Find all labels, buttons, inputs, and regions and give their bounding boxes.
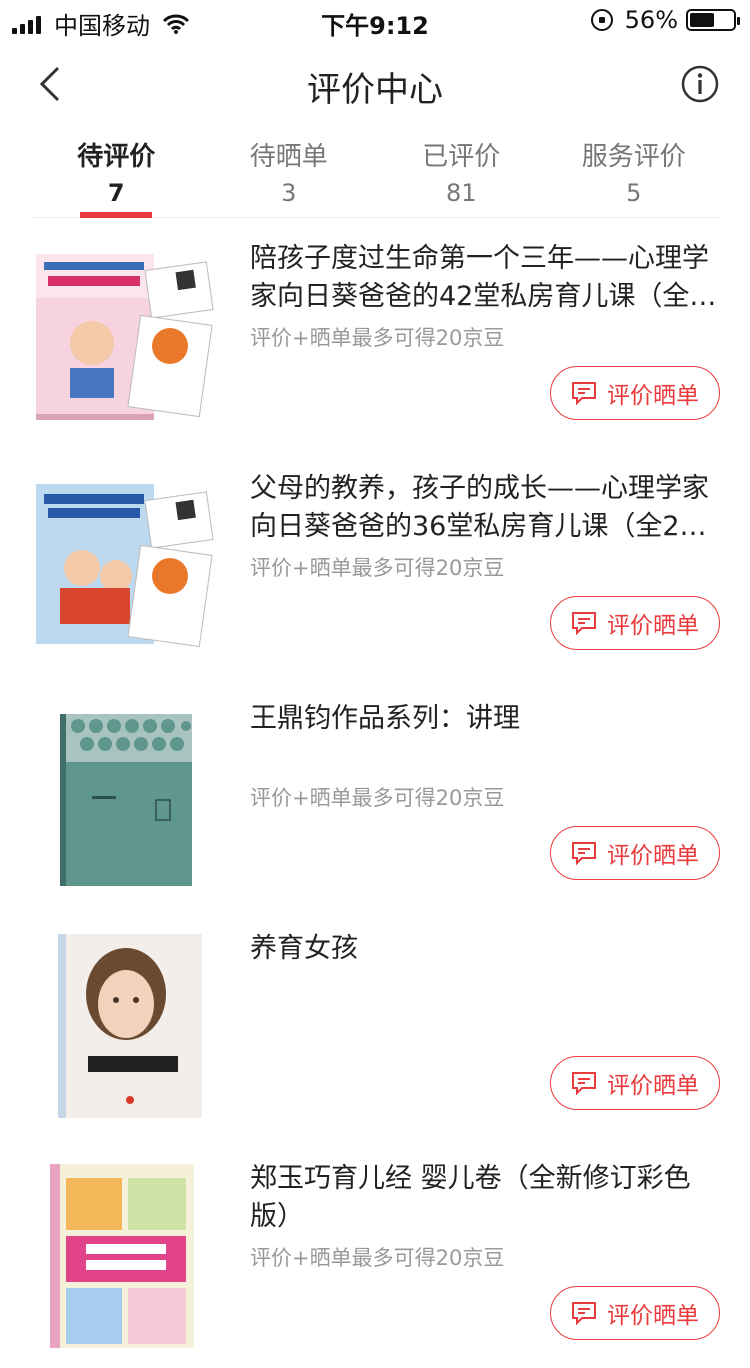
tab-service-review[interactable]: 服务评价 5	[548, 130, 721, 217]
tab-count: 5	[626, 179, 642, 207]
battery-percent: 56%	[624, 6, 678, 34]
page-title: 评价中心	[307, 70, 443, 110]
product-image[interactable]	[30, 1158, 220, 1348]
status-bar: 中国移动 下午9:12 56%	[0, 0, 750, 40]
tab-pending-photo[interactable]: 待晒单 3	[203, 130, 376, 217]
tab-reviewed[interactable]: 已评价 81	[375, 130, 548, 217]
product-title[interactable]: 郑玉巧育儿经 婴儿卷（全新修订彩色版）	[250, 1160, 720, 1236]
review-share-button[interactable]: 评价晒单	[550, 826, 720, 880]
review-share-button[interactable]: 评价晒单	[550, 1286, 720, 1340]
product-image[interactable]	[30, 238, 220, 428]
comment-icon	[572, 1302, 596, 1325]
reward-hint: 评价+晒单最多可得20京豆	[250, 326, 505, 350]
status-right: 56%	[590, 6, 740, 34]
review-list: 陪孩子度过生命第一个三年——心理学家向日葵爸爸的42堂私房育儿课（全2册） 评价…	[0, 218, 750, 1368]
orientation-lock-icon	[590, 9, 613, 31]
review-share-button[interactable]: 评价晒单	[550, 1056, 720, 1110]
tab-bar: 待评价 7 待晒单 3 已评价 81 服务评价 5	[30, 130, 720, 218]
tab-label: 已评价	[422, 142, 501, 172]
review-share-button[interactable]: 评价晒单	[550, 596, 720, 650]
button-label: 评价晒单	[607, 1073, 699, 1099]
product-title[interactable]: 王鼎钧作品系列：讲理	[250, 700, 720, 738]
product-image[interactable]	[30, 468, 220, 658]
review-share-button[interactable]: 评价晒单	[550, 366, 720, 420]
info-icon[interactable]	[680, 64, 720, 104]
button-label: 评价晒单	[607, 383, 699, 409]
tab-count: 3	[281, 179, 297, 207]
comment-icon	[572, 842, 596, 865]
comment-icon	[572, 612, 596, 635]
button-label: 评价晒单	[607, 843, 699, 869]
tab-count: 7	[107, 179, 125, 207]
list-item[interactable]: 父母的教养，孩子的成长——心理学家向日葵爸爸的36堂私房育儿课（全2册） 评价+…	[0, 448, 750, 678]
list-item[interactable]: 陪孩子度过生命第一个三年——心理学家向日葵爸爸的42堂私房育儿课（全2册） 评价…	[0, 218, 750, 448]
reward-hint: 评价+晒单最多可得20京豆	[250, 786, 505, 810]
reward-hint: 评价+晒单最多可得20京豆	[250, 556, 505, 580]
comment-icon	[572, 382, 596, 405]
tab-count: 81	[445, 179, 477, 207]
nav-bar: 评价中心	[0, 40, 750, 128]
tab-pending-review[interactable]: 待评价 7	[30, 130, 203, 218]
product-image[interactable]	[30, 698, 220, 888]
list-item[interactable]: 王鼎钧作品系列：讲理 评价+晒单最多可得20京豆 评价晒单	[0, 678, 750, 908]
comment-icon	[572, 1072, 596, 1095]
list-item[interactable]: 养育女孩 评价晒单	[0, 908, 750, 1138]
product-title[interactable]: 陪孩子度过生命第一个三年——心理学家向日葵爸爸的42堂私房育儿课（全2册）	[250, 240, 720, 316]
reward-hint: 评价+晒单最多可得20京豆	[250, 1246, 505, 1270]
product-title[interactable]: 父母的教养，孩子的成长——心理学家向日葵爸爸的36堂私房育儿课（全2册）	[250, 470, 720, 546]
button-label: 评价晒单	[607, 1303, 699, 1329]
battery-icon	[686, 9, 740, 31]
product-image[interactable]	[30, 928, 220, 1118]
button-label: 评价晒单	[607, 613, 699, 639]
product-title[interactable]: 养育女孩	[250, 930, 720, 968]
tab-label: 待评价	[77, 142, 156, 172]
tab-label: 待晒单	[249, 142, 328, 172]
tab-label: 服务评价	[581, 142, 686, 172]
